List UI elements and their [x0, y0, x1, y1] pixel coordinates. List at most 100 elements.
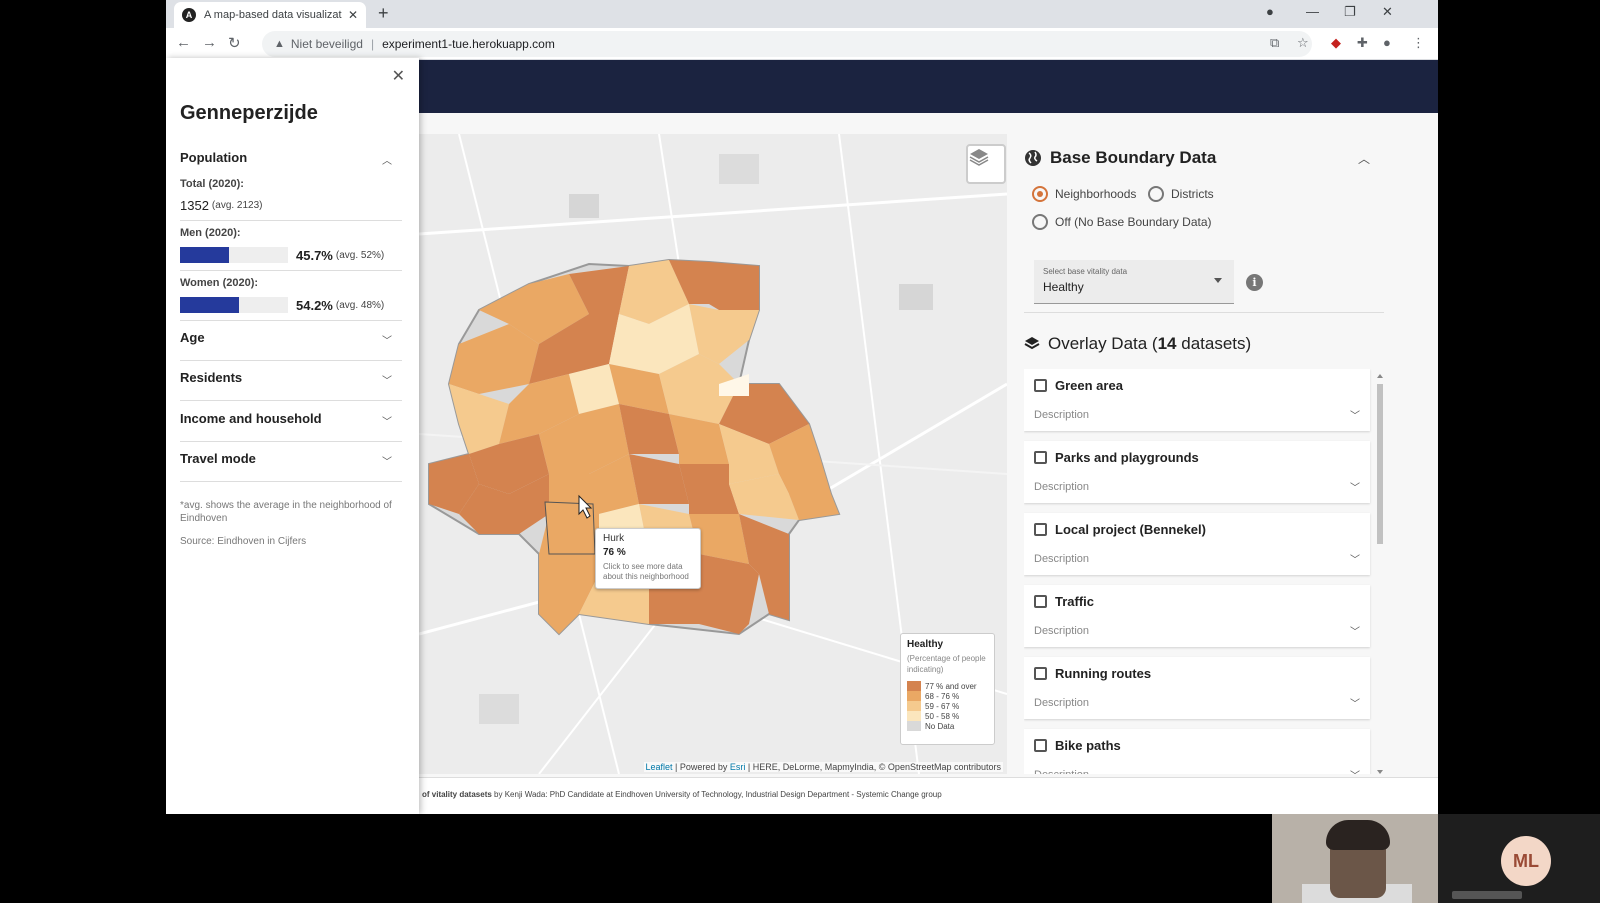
overlay-item[interactable]: Running routes Description ﹀: [1024, 657, 1370, 719]
section-age[interactable]: Age ﹀: [180, 330, 402, 347]
leaflet-link[interactable]: Leaflet: [646, 762, 673, 772]
checkbox-unchecked-icon[interactable]: [1034, 523, 1047, 536]
base-boundary-card: Base Boundary Data ︿ Neighborhoods Distr…: [1024, 142, 1384, 312]
overlay-item-toggle[interactable]: Local project (Bennekel): [1034, 522, 1206, 537]
radio-unchecked-icon: [1032, 214, 1048, 230]
profile-avatar-icon[interactable]: ●: [1383, 35, 1391, 50]
checkbox-unchecked-icon[interactable]: [1034, 379, 1047, 392]
neighborhood-title: Genneperzijde: [180, 102, 318, 124]
data-control-panel: Base Boundary Data ︿ Neighborhoods Distr…: [1024, 134, 1384, 774]
legend-item: No Data: [907, 721, 988, 731]
participant-video-tile[interactable]: [1272, 814, 1438, 903]
info-icon[interactable]: i: [1246, 274, 1263, 291]
radio-off[interactable]: Off (No Base Boundary Data): [1032, 214, 1212, 230]
map-attribution: Leaflet | Powered by Esri | HERE, DeLorm…: [643, 762, 1003, 772]
chevron-up-icon[interactable]: ︿: [382, 152, 392, 167]
overlay-item[interactable]: Traffic Description ﹀: [1024, 585, 1370, 647]
reload-icon[interactable]: ↻: [228, 34, 241, 52]
bookmark-star-icon[interactable]: ☆: [1297, 35, 1309, 51]
tab-close-icon[interactable]: ✕: [348, 8, 358, 22]
overlay-item-description: Description: [1034, 625, 1090, 637]
browser-tab[interactable]: A A map-based data visualization ✕: [174, 2, 366, 28]
close-icon[interactable]: ✕: [392, 66, 405, 86]
divider: [180, 441, 402, 442]
section-travel-mode[interactable]: Travel mode ﹀: [180, 451, 402, 468]
legend-label: 50 - 58 %: [925, 711, 960, 721]
overlay-item-description: Description: [1034, 697, 1090, 709]
overlay-item-toggle[interactable]: Traffic: [1034, 594, 1094, 609]
base-boundary-header[interactable]: Base Boundary Data ︿: [1024, 148, 1384, 168]
scroll-down-icon[interactable]: [1377, 770, 1383, 774]
overlay-list[interactable]: Green area Description ﹀ Parks and playgrou…: [1024, 369, 1374, 774]
chevron-down-icon[interactable]: ﹀: [382, 453, 392, 468]
overlay-title: Overlay Data (14 datasets): [1048, 334, 1252, 353]
overlay-item[interactable]: Green area Description ﹀: [1024, 369, 1370, 431]
participant-avatar-tile[interactable]: ML: [1438, 814, 1600, 903]
browser-window: A A map-based data visualization ✕ + ● —…: [166, 0, 1438, 814]
section-population[interactable]: Population ︿: [180, 150, 402, 167]
chevron-down-icon[interactable]: ﹀: [1350, 623, 1360, 638]
overlay-item-name: Running routes: [1055, 666, 1152, 681]
checkbox-unchecked-icon[interactable]: [1034, 667, 1047, 680]
scroll-up-icon[interactable]: [1377, 374, 1383, 378]
base-vitality-select[interactable]: Select base vitality data Healthy: [1034, 260, 1234, 304]
esri-link[interactable]: Esri: [730, 762, 746, 772]
extensions-puzzle-icon[interactable]: ✚: [1357, 35, 1368, 51]
chevron-down-icon[interactable]: ﹀: [1350, 767, 1360, 774]
tab-title: A map-based data visualization: [204, 9, 342, 21]
profile-download-icon[interactable]: ●: [1266, 4, 1274, 19]
translate-icon[interactable]: ⧉: [1270, 35, 1279, 51]
new-tab-icon[interactable]: +: [378, 3, 389, 24]
maximize-icon[interactable]: ❐: [1344, 4, 1356, 20]
checkbox-unchecked-icon[interactable]: [1034, 739, 1047, 752]
radio-neighborhoods[interactable]: Neighborhoods: [1032, 186, 1136, 202]
section-title: Travel mode: [180, 451, 256, 466]
radio-label: Off (No Base Boundary Data): [1055, 215, 1212, 229]
men-row: 45.7% (avg. 52%): [180, 247, 384, 263]
forward-arrow-icon[interactable]: →: [202, 34, 217, 51]
address-bar[interactable]: ▲ Niet beveiligd | experiment1-tue.herok…: [262, 31, 1312, 57]
section-title: Population: [180, 150, 248, 165]
chevron-down-icon[interactable]: ﹀: [382, 413, 392, 428]
chevron-down-icon[interactable]: ﹀: [1350, 695, 1360, 710]
chevron-down-icon[interactable]: ﹀: [382, 372, 392, 387]
checkbox-unchecked-icon[interactable]: [1034, 451, 1047, 464]
legend-swatch: [907, 711, 921, 721]
chevron-up-icon[interactable]: ︿: [1358, 150, 1370, 167]
window-close-icon[interactable]: ✕: [1382, 4, 1393, 20]
legend-swatch: [907, 681, 921, 691]
women-avg: (avg. 48%): [335, 299, 385, 311]
chevron-down-icon[interactable]: ﹀: [1350, 407, 1360, 422]
men-label: Men (2020):: [180, 227, 241, 239]
map-tooltip: Hurk 76 % Click to see more data about t…: [595, 528, 701, 589]
overlay-item[interactable]: Parks and playgrounds Description ﹀: [1024, 441, 1370, 503]
browser-menu-icon[interactable]: ⋮: [1412, 35, 1425, 51]
divider: [180, 400, 402, 401]
checkbox-unchecked-icon[interactable]: [1034, 595, 1047, 608]
tab-strip: A A map-based data visualization ✕ + ● —…: [166, 0, 1438, 28]
chevron-down-icon[interactable]: ﹀: [382, 332, 392, 347]
overlay-item[interactable]: Local project (Bennekel) Description ﹀: [1024, 513, 1370, 575]
back-arrow-icon[interactable]: ←: [176, 34, 191, 51]
overlay-item-toggle[interactable]: Bike paths: [1034, 738, 1121, 753]
minimize-icon[interactable]: —: [1306, 4, 1319, 19]
legend-item: 59 - 67 %: [907, 701, 988, 711]
section-residents[interactable]: Residents ﹀: [180, 370, 402, 387]
section-income-and-household[interactable]: Income and household ﹀: [180, 411, 402, 428]
overlay-item-toggle[interactable]: Running routes: [1034, 666, 1151, 681]
overlay-item-toggle[interactable]: Parks and playgrounds: [1034, 450, 1199, 465]
map-layers-button[interactable]: [966, 144, 1006, 184]
chevron-down-icon[interactable]: ﹀: [1350, 551, 1360, 566]
overlay-item[interactable]: Bike paths Description ﹀: [1024, 729, 1370, 774]
map[interactable]: Hurk 76 % Click to see more data about t…: [419, 134, 1007, 774]
radio-districts[interactable]: Districts: [1148, 186, 1214, 202]
total-value: 1352: [180, 198, 209, 213]
overlay-scrollbar[interactable]: [1376, 374, 1384, 774]
overlay-item-toggle[interactable]: Green area: [1034, 378, 1123, 393]
extension-shield-icon[interactable]: ◆: [1331, 35, 1341, 51]
scroll-thumb[interactable]: [1377, 384, 1383, 544]
legend-subtitle: (Percentage of people indicating): [907, 654, 986, 674]
neighborhood-detail-panel: ✕ Genneperzijde Population ︿ Total (2020…: [166, 58, 419, 814]
divider: [180, 270, 402, 271]
chevron-down-icon[interactable]: ﹀: [1350, 479, 1360, 494]
